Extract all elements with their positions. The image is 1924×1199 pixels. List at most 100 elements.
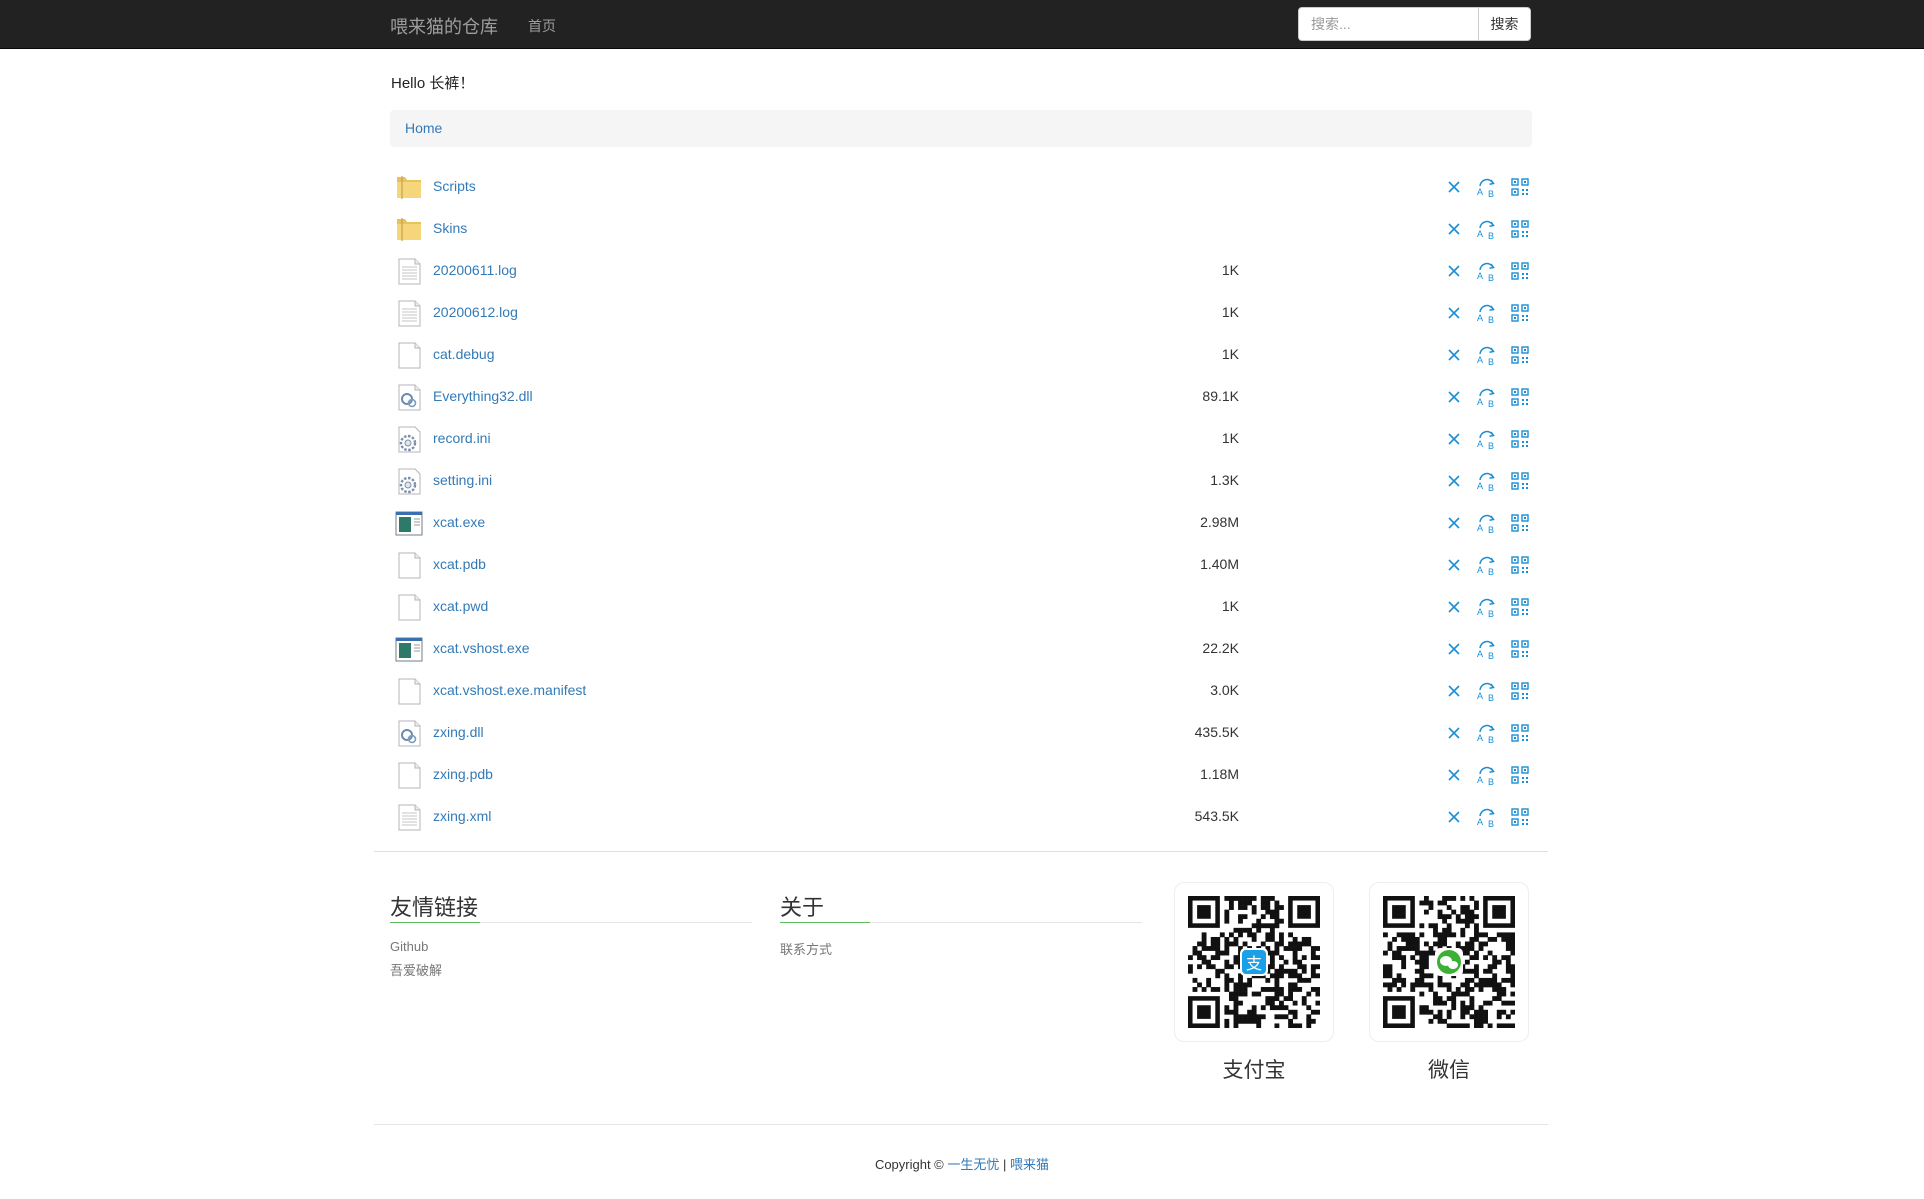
copyright-author-link[interactable]: 一生无忧 [947,1157,999,1172]
file-name-link[interactable]: zxing.xml [433,808,491,824]
file-name-link[interactable]: 20200612.log [433,304,518,320]
qrcode-icon[interactable] [1508,553,1532,577]
delete-icon[interactable] [1442,679,1466,703]
section-underline [390,922,752,923]
copyright-separator: | [1003,1157,1007,1172]
copyright: Copyright © 一生无忧 | 喂来猫 [0,1154,1924,1173]
file-name-link[interactable]: Scripts [433,178,476,194]
rename-icon[interactable]: AB [1475,637,1499,661]
qrcode-icon[interactable] [1508,805,1532,829]
blank-file-icon [394,592,424,622]
delete-icon[interactable] [1442,721,1466,745]
qrcode-icon[interactable] [1508,763,1532,787]
rename-icon[interactable]: AB [1475,595,1499,619]
rename-icon[interactable]: AB [1475,469,1499,493]
qrcode-icon[interactable] [1508,469,1532,493]
rename-icon[interactable]: AB [1475,259,1499,283]
svg-text:B: B [1488,819,1494,828]
breadcrumb-home-link[interactable]: Home [405,120,442,136]
delete-icon[interactable] [1442,763,1466,787]
file-name-link[interactable]: Skins [433,220,467,236]
qrcode-icon[interactable] [1508,217,1532,241]
rename-icon[interactable]: AB [1475,763,1499,787]
qrcode-icon[interactable] [1508,511,1532,535]
qrcode-icon[interactable] [1508,679,1532,703]
file-name-link[interactable]: zxing.dll [433,724,484,740]
rename-icon[interactable]: AB [1475,553,1499,577]
qrcode-icon[interactable] [1508,259,1532,283]
file-row: xcat.vshost.exe 22.2K A B [390,630,1532,672]
delete-icon[interactable] [1442,343,1466,367]
qrcode-icon[interactable] [1508,301,1532,325]
svg-text:A: A [1477,649,1483,659]
search-button[interactable]: 搜索 [1478,7,1531,41]
qrcode-icon[interactable] [1508,343,1532,367]
rename-icon[interactable]: AB [1475,385,1499,409]
delete-icon[interactable] [1442,259,1466,283]
contact-link[interactable]: 联系方式 [780,939,1142,958]
file-actions: AB [1442,637,1532,661]
delete-icon[interactable] [1442,301,1466,325]
text-file-icon [394,256,424,286]
rename-icon[interactable]: AB [1475,427,1499,451]
file-name-link[interactable]: zxing.pdb [433,766,493,782]
rename-icon[interactable]: AB [1475,511,1499,535]
file-name-link[interactable]: Everything32.dll [433,388,533,404]
brand-link[interactable]: 喂来猫的仓库 [390,13,498,39]
file-row: zxing.dll 435.5K A B [390,714,1532,756]
svg-text:B: B [1488,315,1494,324]
rename-icon[interactable]: AB [1475,175,1499,199]
rename-icon[interactable]: AB [1475,217,1499,241]
delete-icon[interactable] [1442,805,1466,829]
friend-links-section: 友情链接 Github 吾爱破解 [390,890,752,979]
rename-icon[interactable]: AB [1475,343,1499,367]
rename-icon[interactable]: AB [1475,301,1499,325]
qrcode-icon[interactable] [1508,175,1532,199]
file-name-link[interactable]: xcat.vshost.exe [433,640,530,656]
delete-icon[interactable] [1442,427,1466,451]
delete-icon[interactable] [1442,595,1466,619]
delete-icon[interactable] [1442,217,1466,241]
qrcode-icon[interactable] [1508,427,1532,451]
file-row: Skins A B [390,210,1532,252]
delete-icon[interactable] [1442,553,1466,577]
svg-text:B: B [1488,189,1494,198]
file-name-link[interactable]: xcat.pdb [433,556,486,572]
svg-text:B: B [1488,357,1494,366]
file-actions: AB [1442,595,1532,619]
rename-icon[interactable]: AB [1475,805,1499,829]
file-name-link[interactable]: xcat.vshost.exe.manifest [433,682,586,698]
qrcode-icon[interactable] [1508,385,1532,409]
file-actions: AB [1442,301,1532,325]
delete-icon[interactable] [1442,175,1466,199]
file-actions: AB [1442,469,1532,493]
nav-home-link[interactable]: 首页 [528,16,556,36]
search-input[interactable] [1298,7,1478,41]
svg-text:A: A [1477,439,1483,449]
file-name-link[interactable]: record.ini [433,430,491,446]
qrcode-icon[interactable] [1508,595,1532,619]
file-name-link[interactable]: cat.debug [433,346,495,362]
file-actions: AB [1442,343,1532,367]
qrcode-icon[interactable] [1508,637,1532,661]
file-name-link[interactable]: xcat.exe [433,514,485,530]
svg-text:B: B [1488,567,1494,576]
rename-icon[interactable]: AB [1475,721,1499,745]
delete-icon[interactable] [1442,637,1466,661]
delete-icon[interactable] [1442,469,1466,493]
rename-icon[interactable]: AB [1475,679,1499,703]
file-name-link[interactable]: xcat.pwd [433,598,488,614]
file-row: xcat.pdb 1.40M A B [390,546,1532,588]
navbar: 喂来猫的仓库 首页 搜索 [0,0,1924,49]
52pojie-link[interactable]: 吾爱破解 [390,960,752,979]
file-name-link[interactable]: setting.ini [433,472,492,488]
text-file-icon [394,802,424,832]
about-section: 关于 联系方式 [780,890,1142,958]
github-link[interactable]: Github [390,939,752,954]
delete-icon[interactable] [1442,385,1466,409]
file-name-link[interactable]: 20200611.log [433,262,517,278]
qrcode-icon[interactable] [1508,721,1532,745]
copyright-site-link[interactable]: 喂来猫 [1010,1157,1049,1172]
file-size: 1.18M [1200,766,1239,782]
delete-icon[interactable] [1442,511,1466,535]
